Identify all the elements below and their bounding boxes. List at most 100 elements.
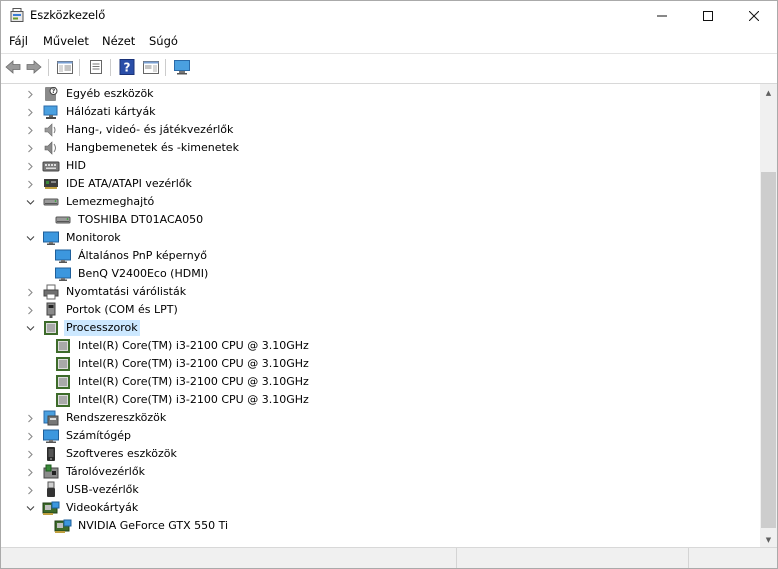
device-category-row[interactable]: Processzorok	[24, 319, 140, 337]
device-category-label: USB-vezérlők	[66, 483, 139, 496]
back-arrow-icon[interactable]	[4, 58, 22, 76]
device-category-row[interactable]: Hangbemenetek és -kimenetek	[24, 139, 241, 157]
disk-drive-icon	[42, 193, 60, 211]
title-bar: Eszközkezelő	[1, 1, 777, 31]
device-category-row[interactable]: Hálózati kártyák	[24, 103, 158, 121]
device-tree[interactable]: ? Egyéb eszközök Hálózati kártyák Hang-, vi…	[1, 84, 760, 548]
svg-text:?: ?	[124, 61, 131, 75]
show-hide-console-tree-icon[interactable]	[56, 58, 74, 76]
device-row[interactable]: Intel(R) Core(TM) i3-2100 CPU @ 3.10GHz	[36, 373, 311, 391]
device-category-label: IDE ATA/ATAPI vezérlők	[66, 177, 192, 190]
device-row[interactable]: TOSHIBA DT01ACA050	[36, 211, 205, 229]
menu-view[interactable]: Nézet	[102, 34, 135, 48]
vertical-scrollbar[interactable]: ▲ ▼	[760, 84, 777, 548]
monitor-icon	[42, 229, 60, 247]
chevron-down-icon[interactable]	[24, 193, 36, 211]
device-tree-pane: ? Egyéb eszközök Hálózati kártyák Hang-, vi…	[1, 83, 777, 548]
chevron-right-icon[interactable]	[24, 427, 36, 445]
printer-icon	[42, 283, 60, 301]
device-category-row[interactable]: Számítógép	[24, 427, 133, 445]
action-pane-icon[interactable]	[142, 58, 160, 76]
chevron-right-icon[interactable]	[24, 301, 36, 319]
toolbar: ?	[1, 54, 777, 82]
menu-bar: Fájl Művelet Nézet Súgó	[1, 31, 777, 52]
properties-icon[interactable]	[87, 58, 105, 76]
display-adapter-icon	[42, 499, 60, 517]
device-category-label: Hangbemenetek és -kimenetek	[66, 141, 239, 154]
chevron-right-icon[interactable]	[24, 283, 36, 301]
device-category-row[interactable]: Videokártyák	[24, 499, 140, 517]
menu-action[interactable]: Művelet	[43, 34, 89, 48]
chevron-down-icon[interactable]	[24, 229, 36, 247]
device-category-row[interactable]: IDE ATA/ATAPI vezérlők	[24, 175, 194, 193]
device-category-label: Hálózati kártyák	[66, 105, 156, 118]
minimize-button[interactable]	[639, 1, 685, 31]
chevron-right-icon[interactable]	[24, 139, 36, 157]
ide-controller-icon	[42, 175, 60, 193]
device-row[interactable]: Intel(R) Core(TM) i3-2100 CPU @ 3.10GHz	[36, 355, 311, 373]
device-row[interactable]: Általános PnP képernyő	[36, 247, 209, 265]
scan-hardware-changes-icon[interactable]	[173, 58, 191, 76]
device-category-label: Processzorok	[64, 320, 140, 336]
device-row[interactable]: NVIDIA GeForce GTX 550 Ti	[36, 517, 230, 535]
device-category-label: Számítógép	[66, 429, 132, 442]
usb-icon	[42, 481, 60, 499]
toolbar-separator	[48, 59, 49, 76]
processor-icon	[54, 391, 72, 409]
chevron-right-icon[interactable]	[24, 445, 36, 463]
chevron-down-icon[interactable]	[24, 319, 36, 337]
device-row[interactable]: BenQ V2400Eco (HDMI)	[36, 265, 210, 283]
chevron-right-icon[interactable]	[24, 463, 36, 481]
menu-file[interactable]: Fájl	[9, 34, 28, 48]
chevron-right-icon[interactable]	[24, 157, 36, 175]
disk-drive-icon	[54, 211, 72, 229]
system-devices-icon	[42, 409, 60, 427]
port-icon	[42, 301, 60, 319]
help-icon[interactable]: ?	[118, 58, 136, 76]
device-category-row[interactable]: USB-vezérlők	[24, 481, 141, 499]
status-bar-section	[688, 548, 777, 568]
device-category-row[interactable]: Rendszereszközök	[24, 409, 168, 427]
chevron-down-icon[interactable]	[24, 499, 36, 517]
speaker-icon	[42, 121, 60, 139]
storage-controller-icon	[42, 463, 60, 481]
device-category-label: Szoftveres eszközök	[66, 447, 177, 460]
device-category-row[interactable]: Szoftveres eszközök	[24, 445, 179, 463]
device-label: Intel(R) Core(TM) i3-2100 CPU @ 3.10GHz	[78, 393, 309, 406]
forward-arrow-icon[interactable]	[25, 58, 43, 76]
device-category-row[interactable]: Tárolóvezérlők	[24, 463, 147, 481]
keyboard-icon	[42, 157, 60, 175]
device-row[interactable]: Intel(R) Core(TM) i3-2100 CPU @ 3.10GHz	[36, 391, 311, 409]
device-manager-window: Eszközkezelő Fájl Művelet Nézet Súgó ? ?…	[0, 0, 778, 569]
device-category-row[interactable]: Hang-, videó- és játékvezérlők	[24, 121, 235, 139]
audio-io-icon	[42, 139, 60, 157]
device-category-row[interactable]: Portok (COM és LPT)	[24, 301, 180, 319]
maximize-button[interactable]	[685, 1, 731, 31]
chevron-right-icon[interactable]	[24, 85, 36, 103]
device-category-row[interactable]: Lemezmeghajtó	[24, 193, 156, 211]
software-device-icon	[42, 445, 60, 463]
scroll-down-arrow-icon[interactable]: ▼	[760, 531, 777, 548]
close-button[interactable]	[731, 1, 777, 31]
device-category-row[interactable]: Nyomtatási várólisták	[24, 283, 188, 301]
chevron-right-icon[interactable]	[24, 103, 36, 121]
chevron-right-icon[interactable]	[24, 175, 36, 193]
device-category-row[interactable]: ? Egyéb eszközök	[24, 85, 156, 103]
scrollbar-thumb[interactable]	[761, 172, 776, 528]
device-category-row[interactable]: HID	[24, 157, 88, 175]
chevron-right-icon[interactable]	[24, 121, 36, 139]
chevron-right-icon[interactable]	[24, 481, 36, 499]
device-category-row[interactable]: Monitorok	[24, 229, 123, 247]
network-adapter-icon	[42, 103, 60, 121]
status-bar	[1, 547, 777, 568]
device-label: Intel(R) Core(TM) i3-2100 CPU @ 3.10GHz	[78, 357, 309, 370]
scroll-up-arrow-icon[interactable]: ▲	[760, 84, 777, 101]
chevron-right-icon[interactable]	[24, 409, 36, 427]
menu-help[interactable]: Súgó	[149, 34, 178, 48]
device-row[interactable]: Intel(R) Core(TM) i3-2100 CPU @ 3.10GHz	[36, 337, 311, 355]
